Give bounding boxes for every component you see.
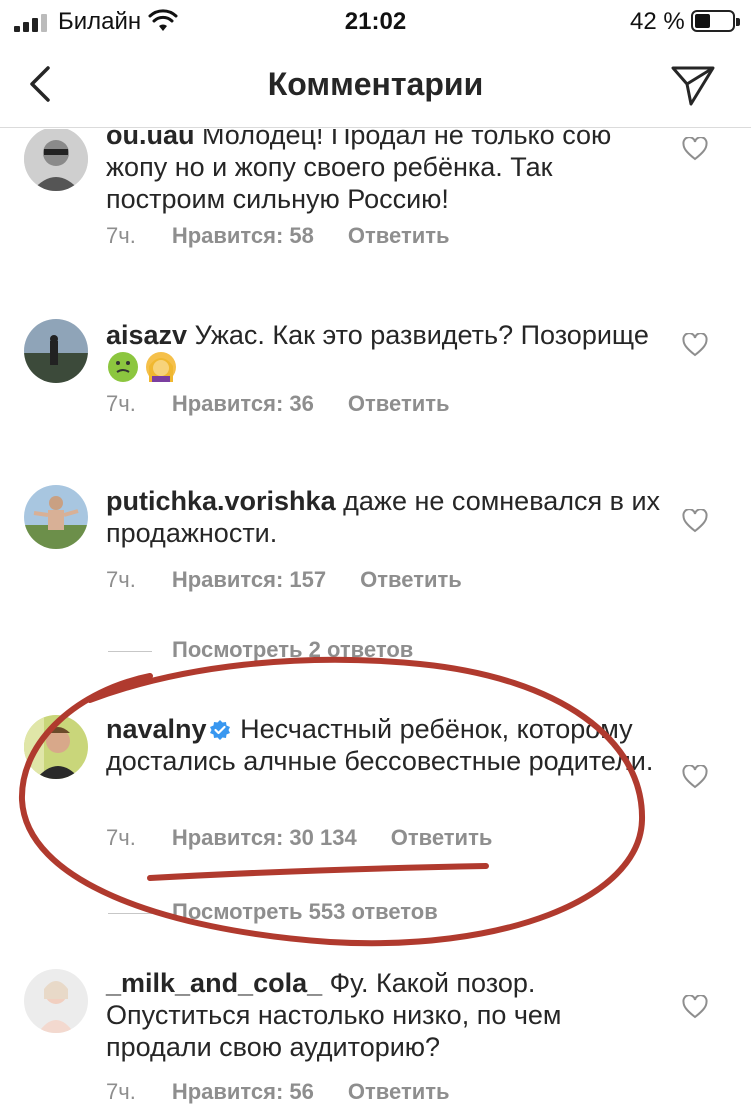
comment-meta: 7ч. Нравится: 30 134 Ответить	[106, 825, 492, 851]
avatar[interactable]	[24, 485, 88, 549]
likes-count[interactable]: Нравится: 36	[172, 391, 314, 416]
heart-icon[interactable]	[682, 995, 708, 1019]
battery-percent: 42 %	[630, 8, 685, 35]
comments-list: ou.uau Молодец! Продал не только сою жоп…	[0, 129, 751, 1114]
avatar[interactable]	[24, 129, 88, 191]
comment-time: 7ч.	[106, 223, 136, 248]
reply-button[interactable]: Ответить	[348, 391, 450, 416]
page-title: Комментарии	[267, 66, 484, 102]
comment-meta: 7ч. Нравится: 56 Ответить	[106, 1079, 450, 1105]
likes-count[interactable]: Нравится: 56	[172, 1079, 314, 1104]
likes-count[interactable]: Нравится: 30 134	[172, 825, 357, 850]
comment-meta: 7ч. Нравится: 157 Ответить	[106, 567, 462, 593]
comment-meta: 7ч. Нравится: 58 Ответить	[106, 223, 450, 249]
view-replies-button[interactable]: Посмотреть 2 ответов	[108, 637, 413, 663]
reply-button[interactable]: Ответить	[348, 223, 450, 248]
nauseated-face-icon	[108, 352, 138, 382]
reply-button[interactable]: Ответить	[391, 825, 493, 850]
comment-username[interactable]: putichka.vorishka	[106, 486, 336, 516]
heart-icon[interactable]	[682, 137, 708, 161]
comment-username[interactable]: _milk_and_cola_	[106, 968, 322, 998]
paper-plane-icon[interactable]	[668, 60, 718, 110]
avatar[interactable]	[24, 319, 88, 383]
heart-icon[interactable]	[682, 333, 708, 357]
woman-facepalming-icon	[145, 352, 176, 382]
comment-text: Ужас. Как это развидеть? Позорище	[194, 320, 649, 350]
comment-time: 7ч.	[106, 391, 136, 416]
comment-meta: 7ч. Нравится: 36 Ответить	[106, 391, 450, 417]
heart-icon[interactable]	[682, 765, 708, 789]
view-replies-button[interactable]: Посмотреть 553 ответов	[108, 899, 438, 925]
likes-count[interactable]: Нравится: 58	[172, 223, 314, 248]
reply-button[interactable]: Ответить	[360, 567, 462, 592]
reply-button[interactable]: Ответить	[348, 1079, 450, 1104]
verified-badge-icon	[209, 720, 230, 740]
comment-time: 7ч.	[106, 567, 136, 592]
comment-username[interactable]: navalny	[106, 714, 207, 744]
heart-icon[interactable]	[682, 509, 708, 533]
battery-icon	[691, 10, 740, 32]
likes-count[interactable]: Нравится: 157	[172, 567, 326, 592]
comment-time: 7ч.	[106, 1079, 136, 1104]
comment-time: 7ч.	[106, 825, 136, 850]
status-bar: Билайн 21:02 42 %	[0, 0, 751, 44]
comment-username[interactable]: aisazv	[106, 320, 187, 350]
avatar[interactable]	[24, 715, 88, 779]
navigation-bar: Комментарии	[0, 44, 751, 128]
comment-username[interactable]: ou.uau	[106, 129, 195, 150]
avatar[interactable]	[24, 969, 88, 1033]
